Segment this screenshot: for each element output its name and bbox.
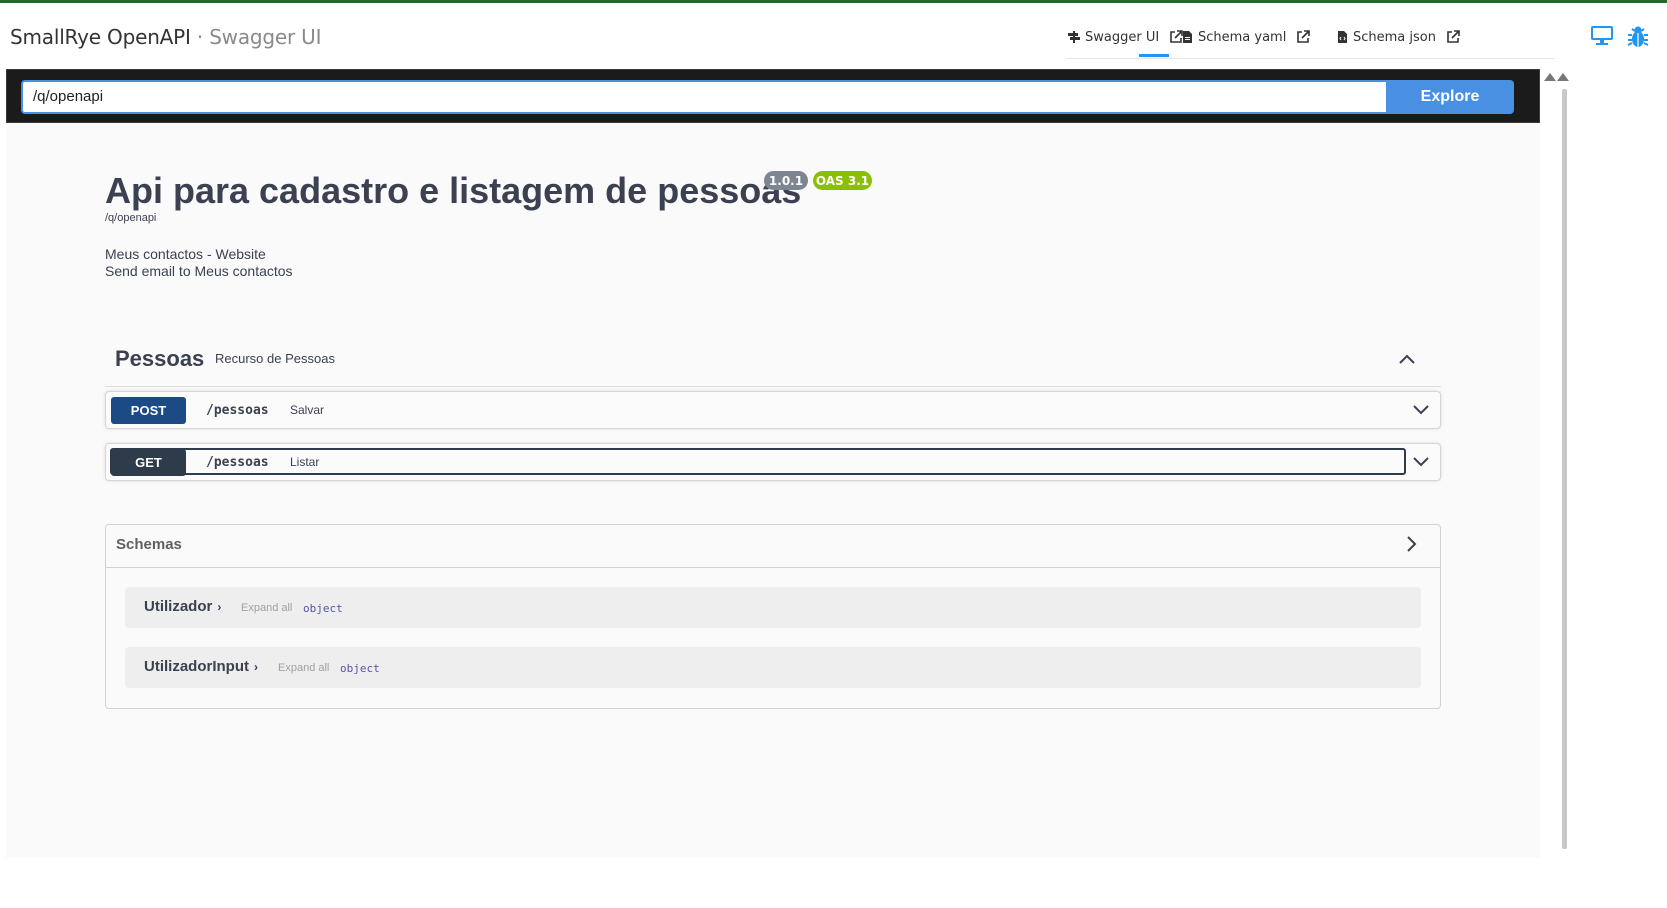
model-type: object (303, 602, 343, 615)
tab-label: Schema json (1353, 29, 1436, 45)
model-name-text: Utilizador (144, 598, 213, 615)
tab-label: Swagger UI (1085, 29, 1160, 45)
operation-path: /pessoas (206, 455, 269, 470)
external-link-icon (1447, 30, 1460, 43)
schemas-header[interactable]: Schemas (106, 525, 1440, 568)
spec-url-input[interactable]: /q/openapi (21, 80, 1389, 114)
active-tab-indicator (1139, 54, 1169, 57)
model-utilizador[interactable]: Utilizador › Expand all object (125, 587, 1421, 628)
scroll-up-arrow[interactable] (1544, 73, 1556, 81)
model-type: object (340, 662, 380, 675)
chevron-down-icon[interactable] (1412, 401, 1430, 419)
dev-tabs: Swagger UI Schema yaml Schema json (1067, 3, 1555, 59)
expand-all-button[interactable]: Expand all (278, 662, 329, 674)
chevron-up-icon[interactable] (1397, 349, 1417, 369)
scroll-up-arrow-2[interactable] (1557, 73, 1569, 81)
header-right-icons (1590, 25, 1650, 49)
file-code-icon (1338, 31, 1347, 43)
tag-description: Recurso de Pessoas (215, 351, 335, 366)
operation-get-pessoas[interactable]: GET /pessoas Listar (105, 443, 1441, 481)
tag-name: Pessoas (115, 346, 205, 371)
tag-section-header[interactable]: Pessoas Recurso de Pessoas (105, 331, 1441, 387)
brand-main: SmallRye OpenAPI (10, 25, 191, 49)
method-badge: GET (111, 449, 186, 476)
tab-schema-json[interactable]: Schema json (1335, 26, 1460, 48)
dev-ui-header: SmallRye OpenAPI · Swagger UI Swagger UI… (0, 3, 1667, 69)
brand-title: SmallRye OpenAPI · Swagger UI (10, 25, 322, 49)
api-title: Api para cadastro e listagem de pessoas (105, 170, 802, 211)
contact-website-link[interactable]: Meus contactos - Website (105, 246, 266, 262)
chevron-down-icon[interactable] (1412, 453, 1430, 471)
tab-label: Schema yaml (1198, 29, 1287, 45)
page-scrollbar[interactable] (1541, 69, 1569, 859)
operation-summary: Salvar (290, 403, 325, 417)
operation-path: /pessoas (206, 403, 269, 418)
tab-schema-yaml[interactable]: Schema yaml (1180, 26, 1311, 48)
spec-url-link[interactable]: /q/openapi (105, 212, 156, 224)
schemas-section: Schemas Utilizador › Expand all object Ut… (105, 524, 1441, 709)
model-name-text: UtilizadorInput (144, 658, 249, 675)
signpost-icon (1068, 31, 1080, 43)
caret-right-icon: › (217, 600, 222, 614)
file-icon (1183, 31, 1192, 43)
schemas-title: Schemas (116, 536, 182, 553)
model-name: Utilizador › (144, 598, 221, 615)
scroll-thumb[interactable] (1562, 89, 1567, 849)
bug-icon[interactable] (1626, 25, 1650, 49)
operation-post-pessoas[interactable]: POST /pessoas Salvar (105, 391, 1441, 429)
oas-badge: OAS 3.1 (813, 171, 872, 190)
explore-button[interactable]: Explore (1386, 80, 1514, 114)
contact-email-link[interactable]: Send email to Meus contactos (105, 263, 293, 279)
operation-summary: Listar (290, 455, 320, 469)
version-badge: 1.0.1 (764, 171, 808, 190)
tab-swagger-ui[interactable]: Swagger UI (1067, 26, 1183, 48)
brand-sub: · Swagger UI (190, 25, 322, 49)
model-name: UtilizadorInput › (144, 658, 258, 675)
chevron-right-icon[interactable] (1402, 535, 1420, 553)
swagger-topbar: /q/openapi Explore (6, 69, 1540, 123)
model-utilizadorinput[interactable]: UtilizadorInput › Expand all object (125, 647, 1421, 688)
caret-right-icon: › (254, 660, 258, 674)
external-link-icon (1297, 30, 1311, 43)
method-badge: POST (111, 397, 186, 424)
monitor-icon[interactable] (1590, 25, 1614, 47)
swagger-main: Api para cadastro e listagem de pessoas … (6, 123, 1540, 858)
expand-all-button[interactable]: Expand all (241, 602, 292, 614)
